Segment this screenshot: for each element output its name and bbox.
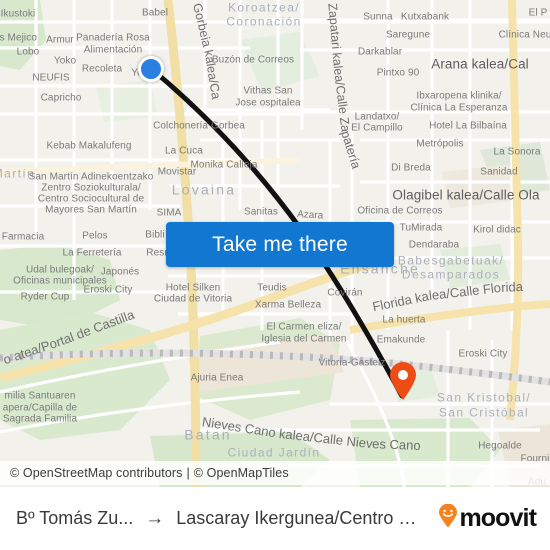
trip-origin-label: Bº Tomás Zu... [16,508,134,528]
street-label-azara: Azara [297,209,324,222]
moovit-route-screen: Gorbeia kalea/Ca Zapatari kalea/Calle Za… [0,0,550,550]
attribution-tiles[interactable]: © OpenMapTiles [194,466,289,480]
attribution-separator: | [186,466,190,480]
map-attribution-bar: © OpenStreetMap contributors | © OpenMap… [0,461,550,485]
trip-footer-bar: Bº Tomás Zu... → Lascaray Ikergunea/Cent… [0,487,550,550]
trip-summary: Bº Tomás Zu... → Lascaray Ikergunea/Cent… [16,508,428,530]
moovit-logo[interactable]: moovit [438,503,537,533]
arrow-right-icon: → [145,507,165,529]
moovit-pin-icon [438,503,458,533]
take-me-there-button[interactable]: Take me there [166,222,394,267]
origin-dot-icon[interactable] [138,56,164,82]
attribution-osm[interactable]: © OpenStreetMap contributors [10,466,183,480]
destination-pin-icon[interactable] [388,361,418,401]
trip-destination-label: Lascaray Ikergunea/Centro De In... [176,508,429,528]
moovit-wordmark: moovit [459,504,536,532]
map-canvas[interactable]: Gorbeia kalea/Ca Zapatari kalea/Calle Za… [0,0,550,487]
